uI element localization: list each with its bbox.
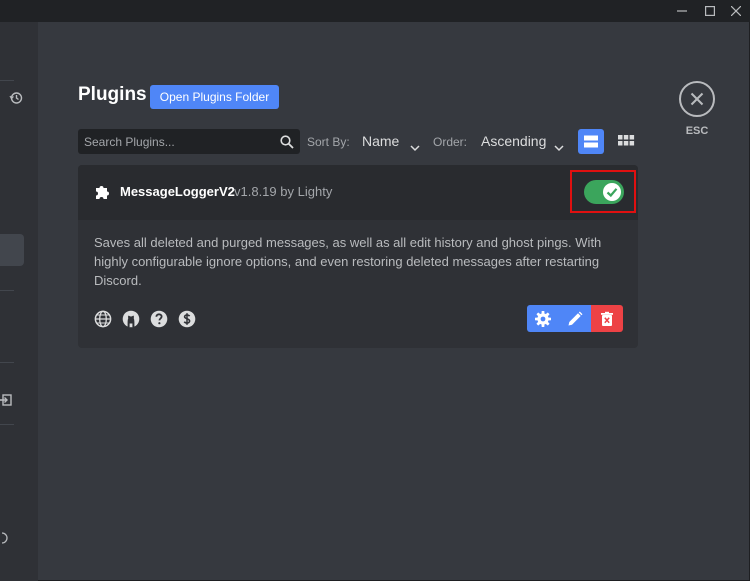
search-input[interactable] <box>78 129 278 154</box>
donate-icon[interactable] <box>178 310 196 332</box>
open-plugins-folder-button[interactable]: Open Plugins Folder <box>150 85 279 109</box>
maximize-icon[interactable] <box>696 0 724 22</box>
plugin-settings-button[interactable] <box>527 305 559 332</box>
globe-icon[interactable] <box>94 310 112 332</box>
close-icon[interactable] <box>722 0 750 22</box>
settings-sidebar <box>0 22 38 581</box>
help-icon[interactable] <box>150 310 168 332</box>
title-bar <box>0 0 750 22</box>
sidebar-item-selected[interactable] <box>0 234 24 266</box>
plugin-actions <box>527 305 623 332</box>
sort-by-dropdown[interactable]: Name <box>362 133 399 149</box>
toggle-knob <box>603 183 621 201</box>
plugin-version: v1.8.19 <box>234 184 277 199</box>
plugin-description: Saves all deleted and purged messages, a… <box>94 235 602 288</box>
trash-icon <box>601 311 613 326</box>
checkmark-icon <box>606 188 618 198</box>
plugin-meta: v1.8.19 by Lighty <box>234 184 332 199</box>
plugin-card-header: MessageLoggerV2 v1.8.19 by Lighty <box>78 165 638 220</box>
order-label: Order: <box>433 135 468 149</box>
sidebar-divider <box>0 290 14 291</box>
minimize-icon[interactable] <box>668 0 696 22</box>
puzzle-icon <box>94 184 111 205</box>
plugin-edit-button[interactable] <box>559 305 591 332</box>
pencil-icon <box>568 311 583 326</box>
esc-label: ESC <box>685 125 709 137</box>
grid-view-button[interactable] <box>613 129 639 154</box>
plugin-card: MessageLoggerV2 v1.8.19 by Lighty Saves … <box>78 165 638 348</box>
plugins-window: Plugins Open Plugins Folder Sort By: Nam… <box>0 0 750 581</box>
plugin-delete-button[interactable] <box>591 305 623 332</box>
info-icon <box>0 530 8 549</box>
github-icon[interactable] <box>122 310 140 332</box>
plugin-author[interactable]: Lighty <box>298 184 333 199</box>
grid-view-icon <box>618 135 635 146</box>
search-box <box>78 129 300 154</box>
sidebar-divider <box>0 424 14 425</box>
close-settings-button[interactable] <box>679 81 715 117</box>
order-dropdown[interactable]: Ascending <box>481 133 546 149</box>
sidebar-divider <box>0 80 14 81</box>
sort-by-label: Sort By: <box>307 135 350 149</box>
gear-icon <box>535 311 551 327</box>
history-icon[interactable] <box>9 90 23 109</box>
page-title: Plugins <box>78 84 147 105</box>
plugin-name: MessageLoggerV2 <box>120 184 235 199</box>
logout-icon[interactable] <box>0 392 12 411</box>
chevron-down-icon[interactable] <box>410 137 420 156</box>
plugin-by: by <box>280 184 295 199</box>
plugin-enable-toggle[interactable] <box>584 180 624 204</box>
list-view-button[interactable] <box>578 129 604 154</box>
close-icon <box>690 92 704 106</box>
sidebar-divider <box>0 362 14 363</box>
search-icon[interactable] <box>280 134 294 153</box>
chevron-down-icon[interactable] <box>554 137 564 156</box>
list-view-icon <box>584 135 598 148</box>
